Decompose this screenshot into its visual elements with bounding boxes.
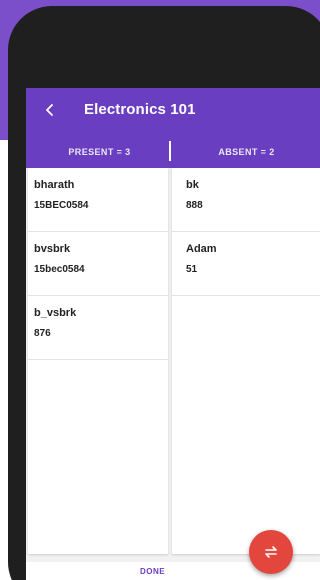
swap-arrows-icon <box>265 546 277 558</box>
app-screen: Electronics 101 PRESENT = 3 ABSENT = 2 b… <box>26 88 320 580</box>
chevron-left-icon <box>46 104 53 116</box>
student-name: Adam <box>186 243 217 255</box>
absent-list: bk 888 Adam 51 <box>172 168 320 554</box>
student-card[interactable]: bharath 15BEC0584 <box>28 168 168 232</box>
student-roll: 888 <box>186 200 203 211</box>
student-name: b_vsbrk <box>34 307 77 319</box>
student-name: bvsbrk <box>34 243 71 255</box>
student-roll: 15bec0584 <box>34 264 85 275</box>
student-roll: 15BEC0584 <box>34 200 89 211</box>
device-stage: Electronics 101 PRESENT = 3 ABSENT = 2 b… <box>0 0 320 580</box>
student-name: bharath <box>34 179 75 191</box>
page-title: Electronics 101 <box>84 101 196 118</box>
attendance-tabs: PRESENT = 3 ABSENT = 2 <box>26 136 320 168</box>
back-button[interactable] <box>38 98 62 122</box>
attendance-columns: bharath 15BEC0584 bvsbrk 15bec0584 b_vsb… <box>26 168 320 554</box>
student-name: bk <box>186 179 199 191</box>
tab-divider <box>169 141 171 161</box>
student-card[interactable]: bk 888 <box>172 168 320 232</box>
present-list: bharath 15BEC0584 bvsbrk 15bec0584 b_vsb… <box>28 168 168 554</box>
tab-present[interactable]: PRESENT = 3 <box>26 136 173 168</box>
student-roll: 51 <box>186 264 198 275</box>
student-card[interactable]: bvsbrk 15bec0584 <box>28 232 168 296</box>
app-bar: Electronics 101 PRESENT = 3 ABSENT = 2 <box>26 88 320 168</box>
done-button[interactable]: DONE <box>140 567 165 576</box>
student-card[interactable]: Adam 51 <box>172 232 320 296</box>
student-card[interactable]: b_vsbrk 876 <box>28 296 168 360</box>
swap-fab-button[interactable] <box>249 530 293 574</box>
student-roll: 876 <box>34 328 51 339</box>
tab-absent[interactable]: ABSENT = 2 <box>173 136 320 168</box>
